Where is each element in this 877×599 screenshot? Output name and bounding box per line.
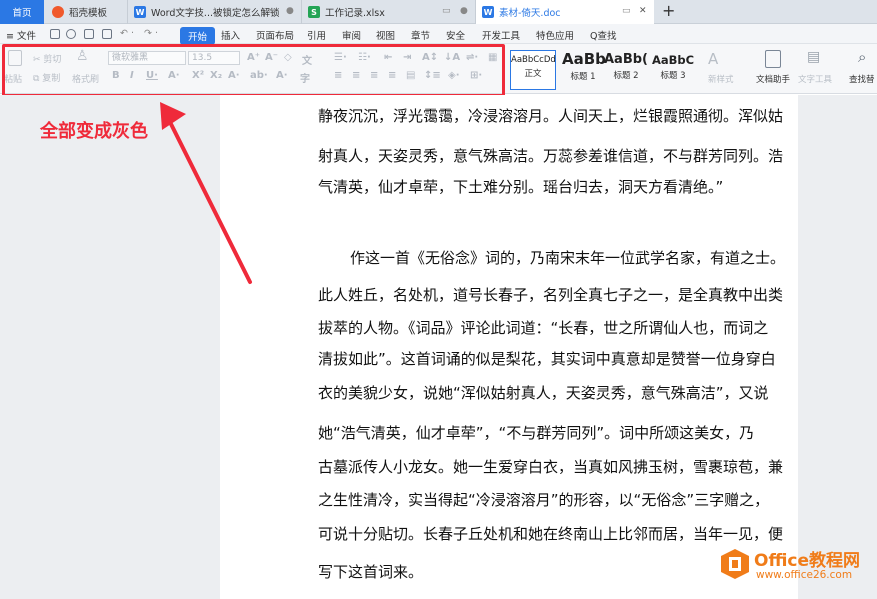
style-heading2[interactable]: AaBb( 标题 2	[604, 50, 648, 90]
menu-view[interactable]: 视图	[376, 28, 395, 42]
menu-page-layout[interactable]: 页面布局	[256, 28, 294, 42]
style-heading1[interactable]: AaBb 标题 1	[562, 50, 606, 90]
doc-assistant-button[interactable]: 文档助手	[756, 73, 790, 85]
menu-special[interactable]: 特色应用	[536, 28, 574, 42]
doc-line: 可说十分贴切。长春子丘处机和她在终南山上比邻而居，当年一见，便	[318, 525, 784, 543]
wps-window: 首页 稻壳模板 W Word文字技...被锁定怎么解锁 ▭ ● S 工作记录.x…	[0, 0, 877, 599]
doc-assistant-icon[interactable]	[765, 50, 781, 68]
file-menu[interactable]: ≡ 文件	[6, 28, 36, 42]
style-preview: AaBb(	[604, 52, 648, 67]
doc-line: 她“浩气清英，仙才卓荦”，“不与群芳同列”。词中所颂这美女，乃	[318, 424, 755, 442]
monitor-icon[interactable]: ▭	[622, 6, 631, 16]
tab-active-doc[interactable]: W 素材-倚天.doc ▭ ✕	[476, 0, 654, 24]
watermark-url: www.office26.com	[756, 569, 853, 581]
doc-line: 气清英，仙才卓荦，下土难分别。瑶台归去，洞天方看清绝。”	[318, 178, 724, 196]
doc-line: 之生性清冷，实当得起“冷浸溶溶月”的形容，以“无俗念”三字赠之，	[318, 491, 770, 509]
undo-history-icon[interactable]	[66, 29, 76, 39]
style-preview: AaBb	[562, 50, 606, 68]
right-margin-pane	[798, 95, 877, 599]
doc-line: 静夜沉沉，浮光霭霭，冷浸溶溶月。人间天上，烂银霞照通彻。浑似姑	[318, 107, 784, 125]
menu-security[interactable]: 安全	[446, 28, 465, 42]
style-preview: AaBbCcDd	[511, 55, 556, 65]
monitor-icon[interactable]: ▭	[442, 6, 451, 16]
doc-line: 衣的美貌少女，说她“浑似姑射真人，天姿灵秀，意气殊高洁”，又说	[318, 384, 769, 402]
highlight-box	[2, 44, 505, 97]
doc-line: 拔萃的人物。《词品》评论此词道：“长春，世之所谓仙人也，而词之	[318, 319, 769, 337]
text-tools-button[interactable]: 文字工具	[798, 73, 832, 85]
menu-search[interactable]: Q查找	[590, 28, 616, 42]
menu-insert[interactable]: 插入	[221, 28, 240, 42]
menu-developer[interactable]: 开发工具	[482, 28, 520, 42]
style-preview: AaBbC	[651, 53, 695, 67]
word-doc-icon: W	[482, 6, 494, 18]
dot-icon[interactable]: ●	[286, 6, 294, 16]
close-icon[interactable]: ✕	[639, 6, 647, 16]
monitor-icon[interactable]: ▭	[268, 6, 277, 16]
tab-word-tips[interactable]: W Word文字技...被锁定怎么解锁 ▭ ●	[128, 0, 302, 24]
doc-line: 射真人，天姿灵秀，意气殊高洁。万蕊参差谁信道，不与群芳同列。浩	[318, 147, 784, 165]
menu-chapter[interactable]: 章节	[411, 28, 430, 42]
tab-label: 稻壳模板	[69, 8, 108, 19]
menu-review[interactable]: 审阅	[342, 28, 361, 42]
new-style-icon[interactable]: A	[708, 50, 718, 68]
tab-label: 素材-倚天.doc	[499, 8, 561, 19]
redo-icon[interactable]: ↷ ·	[144, 28, 158, 39]
style-caption: 正文	[524, 69, 542, 79]
find-replace-button[interactable]: 查找替	[849, 73, 875, 85]
new-tab-button[interactable]: +	[662, 1, 675, 20]
text-tools-icon[interactable]: ▤	[807, 49, 820, 65]
new-style-button[interactable]: 新样式	[708, 73, 734, 85]
style-normal[interactable]: AaBbCcDd 正文	[510, 50, 556, 90]
doc-line: 清拔如此”。这首词诵的似是梨花，其实词中真意却是赞誉一位身穿白	[318, 350, 776, 368]
print-icon[interactable]	[84, 29, 94, 39]
annotation-text: 全部变成灰色	[40, 121, 148, 142]
style-caption: 标题 2	[613, 71, 639, 81]
find-replace-icon[interactable]: ⌕	[858, 48, 866, 66]
tab-label: 工作记录.xlsx	[325, 8, 385, 19]
doc-line: 古墓派传人小龙女。她一生爱穿白衣，当真如风拂玉树，雪裹琼苞，兼	[318, 458, 784, 476]
tab-home[interactable]: 首页	[0, 0, 44, 24]
tab-bar: 首页 稻壳模板 W Word文字技...被锁定怎么解锁 ▭ ● S 工作记录.x…	[0, 0, 877, 24]
tab-work-log[interactable]: S 工作记录.xlsx ▭ ●	[302, 0, 476, 24]
undo-icon[interactable]: ↶ ·	[120, 28, 134, 39]
doc-line: 此人姓丘，名处机，道号长春子，名列全真七子之一，是全真教中出类	[318, 286, 784, 304]
docer-icon	[52, 6, 64, 18]
menu-bar: ≡ 文件 ↶ · ↷ · 开始 插入 页面布局 引用 审阅 视图 章节 安全 开…	[0, 24, 877, 45]
preview-icon[interactable]	[102, 29, 112, 39]
word-doc-icon: W	[134, 6, 146, 18]
menu-start[interactable]: 开始	[180, 27, 216, 45]
sheet-icon: S	[308, 6, 320, 18]
annotation-arrow	[160, 102, 252, 284]
dot-icon[interactable]: ●	[460, 6, 468, 16]
menu-references[interactable]: 引用	[307, 28, 326, 42]
tab-template[interactable]: 稻壳模板	[46, 0, 128, 24]
style-caption: 标题 1	[570, 72, 596, 82]
save-icon[interactable]	[50, 29, 60, 39]
tab-label: Word文字技...被锁定怎么解锁	[151, 8, 280, 19]
office-logo-icon	[721, 549, 749, 579]
watermark-title: Office教程网	[754, 551, 861, 571]
doc-line: 作这一首《无俗念》词的，乃南宋末年一位武学名家，有道之士。	[350, 249, 786, 267]
style-caption: 标题 3	[660, 71, 686, 81]
doc-line: 写下这首词来。	[318, 563, 424, 581]
style-heading3[interactable]: AaBbC 标题 3	[650, 50, 696, 90]
